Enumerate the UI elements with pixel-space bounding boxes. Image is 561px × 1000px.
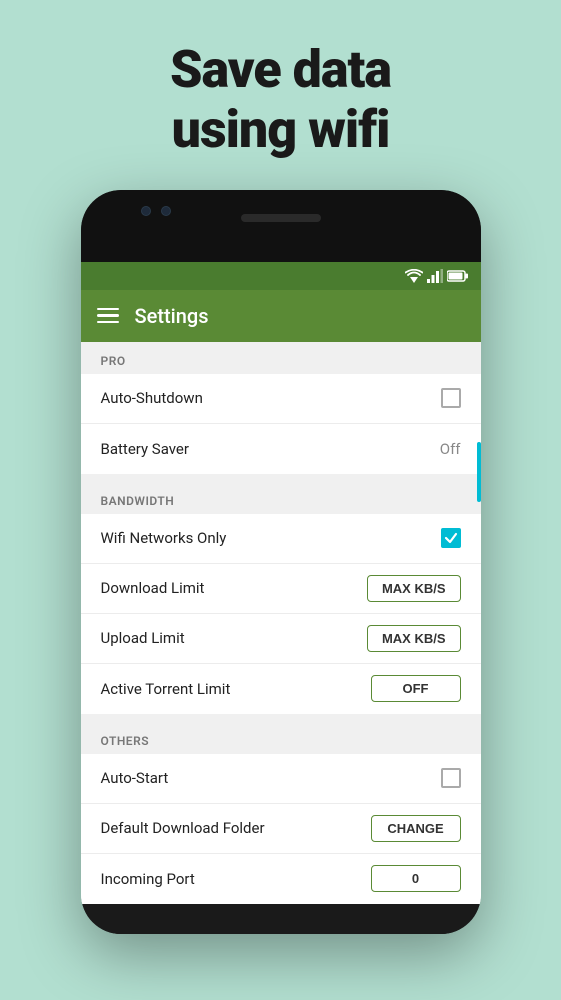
label-incoming-port: Incoming Port [101,870,195,888]
hamburger-line-3 [97,321,119,324]
section-header-others: OTHERS [81,722,481,754]
btn-incoming-port[interactable]: 0 [371,865,461,892]
row-auto-start: Auto-Start [81,754,481,804]
status-icons [405,269,469,283]
hero-title: Save data using wifi [170,40,391,160]
checkbox-wifi-networks-only[interactable] [441,528,461,548]
toolbar: Settings [81,290,481,342]
btn-upload-limit[interactable]: MAX KB/S [367,625,461,652]
label-active-torrent-limit: Active Torrent Limit [101,680,231,698]
checkbox-auto-shutdown[interactable] [441,388,461,408]
label-upload-limit: Upload Limit [101,629,185,647]
checkmark-icon [444,531,458,545]
phone-bezel-bottom [81,904,481,934]
phone-cameras [141,206,171,216]
section-bandwidth: BANDWIDTH Wifi Networks Only Download Li… [81,482,481,714]
signal-icon [427,269,443,283]
hamburger-line-2 [97,314,119,317]
scroll-indicator [477,442,481,502]
divider-1 [81,474,481,482]
toolbar-title: Settings [135,304,209,328]
label-auto-shutdown: Auto-Shutdown [101,389,203,407]
row-default-download-folder: Default Download Folder CHANGE [81,804,481,854]
btn-download-limit[interactable]: MAX KB/S [367,575,461,602]
row-incoming-port: Incoming Port 0 [81,854,481,904]
value-battery-saver: Off [440,440,461,458]
row-auto-shutdown: Auto-Shutdown [81,374,481,424]
label-wifi-networks-only: Wifi Networks Only [101,529,227,547]
section-others: OTHERS Auto-Start Default Download Folde… [81,722,481,904]
row-battery-saver[interactable]: Battery Saver Off [81,424,481,474]
section-header-bandwidth: BANDWIDTH [81,482,481,514]
row-wifi-networks-only: Wifi Networks Only [81,514,481,564]
label-auto-start: Auto-Start [101,769,169,787]
row-download-limit: Download Limit MAX KB/S [81,564,481,614]
phone-frame: Settings PRO Auto-Shutdown Battery Saver… [81,190,481,934]
row-active-torrent-limit: Active Torrent Limit OFF [81,664,481,714]
camera-dot-1 [141,206,151,216]
row-upload-limit: Upload Limit MAX KB/S [81,614,481,664]
checkbox-auto-start[interactable] [441,768,461,788]
label-default-download-folder: Default Download Folder [101,819,265,837]
hamburger-menu-icon[interactable] [97,308,119,324]
label-download-limit: Download Limit [101,579,205,597]
hamburger-line-1 [97,308,119,311]
status-bar [81,262,481,290]
section-pro: PRO Auto-Shutdown Battery Saver Off [81,342,481,474]
btn-change-folder[interactable]: CHANGE [371,815,461,842]
battery-icon [447,270,469,282]
divider-2 [81,714,481,722]
phone-speaker [241,214,321,222]
camera-dot-2 [161,206,171,216]
section-header-pro: PRO [81,342,481,374]
label-battery-saver: Battery Saver [101,440,189,458]
btn-active-torrent-limit[interactable]: OFF [371,675,461,702]
phone-bezel-top [81,190,481,262]
wifi-icon [405,269,423,283]
settings-content: PRO Auto-Shutdown Battery Saver Off BAND… [81,342,481,904]
